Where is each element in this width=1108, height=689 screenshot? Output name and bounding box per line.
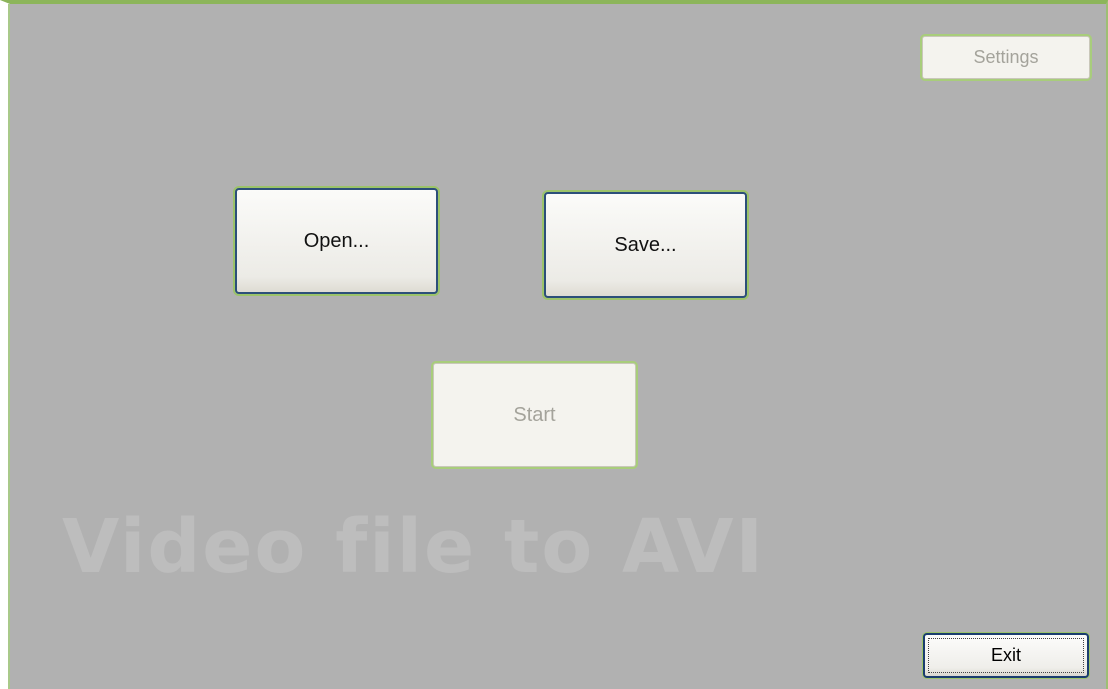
save-button[interactable]: Save... [544, 192, 747, 298]
start-button-label: Start [513, 403, 556, 426]
open-button[interactable]: Open... [235, 188, 438, 294]
open-button-label: Open... [303, 229, 370, 252]
settings-button[interactable]: Settings [922, 36, 1090, 79]
start-button[interactable]: Start [433, 363, 636, 467]
save-button-label: Save... [614, 233, 677, 256]
settings-button-label: Settings [973, 47, 1039, 67]
main-window: Video file to AVI [0, 0, 1108, 689]
exit-button-label: Exit [990, 645, 1021, 665]
app-title-watermark: Video file to AVI [62, 504, 765, 590]
exit-button[interactable]: Exit [923, 633, 1089, 678]
